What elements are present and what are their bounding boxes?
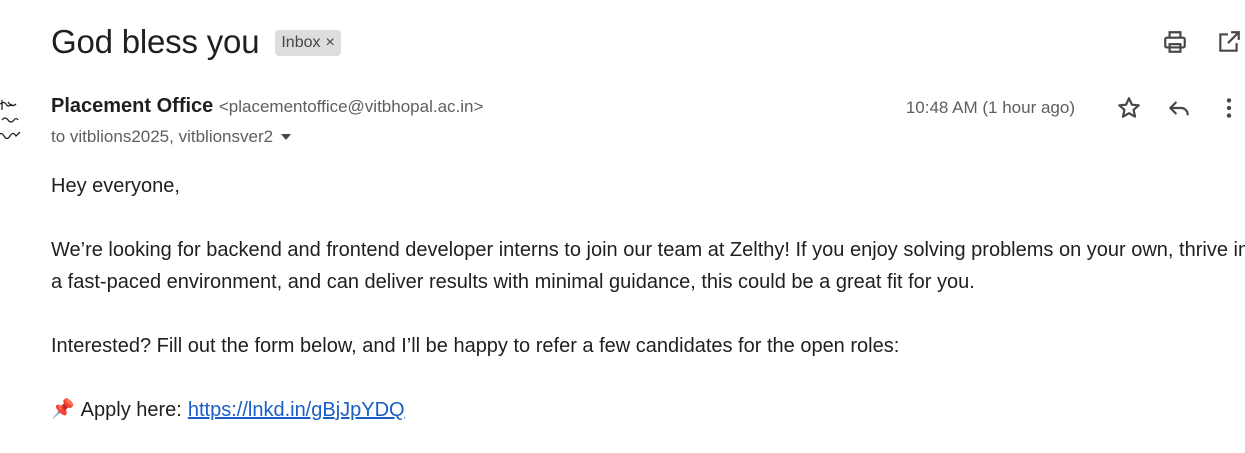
recipients-line: to vitblions2025, vitblionsver2 <box>51 127 292 147</box>
email-subject: God bless you <box>51 23 260 60</box>
more-options-button[interactable] <box>1213 92 1245 124</box>
inbox-label-chip[interactable]: Inbox × <box>275 30 341 56</box>
apply-link[interactable]: https://lnkd.in/gBjJpYDQ <box>188 394 405 426</box>
sender-line: Placement Office <placementoffice@vitbho… <box>51 95 483 118</box>
sender-avatar[interactable] <box>0 94 26 150</box>
reply-icon <box>1169 101 1189 116</box>
apply-line: 📌 Apply here: https://lnkd.in/gBjJpYDQ <box>51 394 1245 426</box>
body-paragraph-1: We’re looking for backend and frontend d… <box>51 239 1245 293</box>
pushpin-icon: 📌 <box>51 399 75 420</box>
star-icon <box>1118 97 1140 118</box>
subject-row: God bless you Inbox × <box>51 20 341 64</box>
message-meta: 10:48 AM (1 hour ago) <box>906 92 1245 124</box>
top-actions <box>1137 26 1245 58</box>
star-button[interactable] <box>1113 92 1145 124</box>
avatar-handwriting-image <box>0 100 21 140</box>
body-paragraph-2: Interested? Fill out the form below, and… <box>51 335 900 357</box>
show-details-dropdown-icon[interactable] <box>281 134 292 140</box>
sender-name[interactable]: Placement Office <box>51 95 213 117</box>
greeting-text: Hey everyone, <box>51 175 180 197</box>
apply-label: Apply here: <box>80 399 182 421</box>
print-button[interactable] <box>1159 26 1191 58</box>
timestamp: 10:48 AM (1 hour ago) <box>905 98 1075 117</box>
message-body: Hey everyone, We’re looking for backend … <box>51 170 1245 426</box>
reply-button[interactable] <box>1163 92 1195 124</box>
sender-email: <placementoffice@vitbhopal.ac.in> <box>218 97 484 116</box>
inbox-label-text: Inbox <box>281 34 321 51</box>
recipients-text: to vitblions2025, vitblionsver2 <box>51 127 274 146</box>
open-in-new-window-button[interactable] <box>1213 26 1245 58</box>
print-icon <box>1164 31 1186 53</box>
open-in-new-window-icon <box>1219 31 1240 52</box>
more-vert-icon <box>1226 98 1232 118</box>
remove-label-button[interactable]: × <box>326 30 335 56</box>
